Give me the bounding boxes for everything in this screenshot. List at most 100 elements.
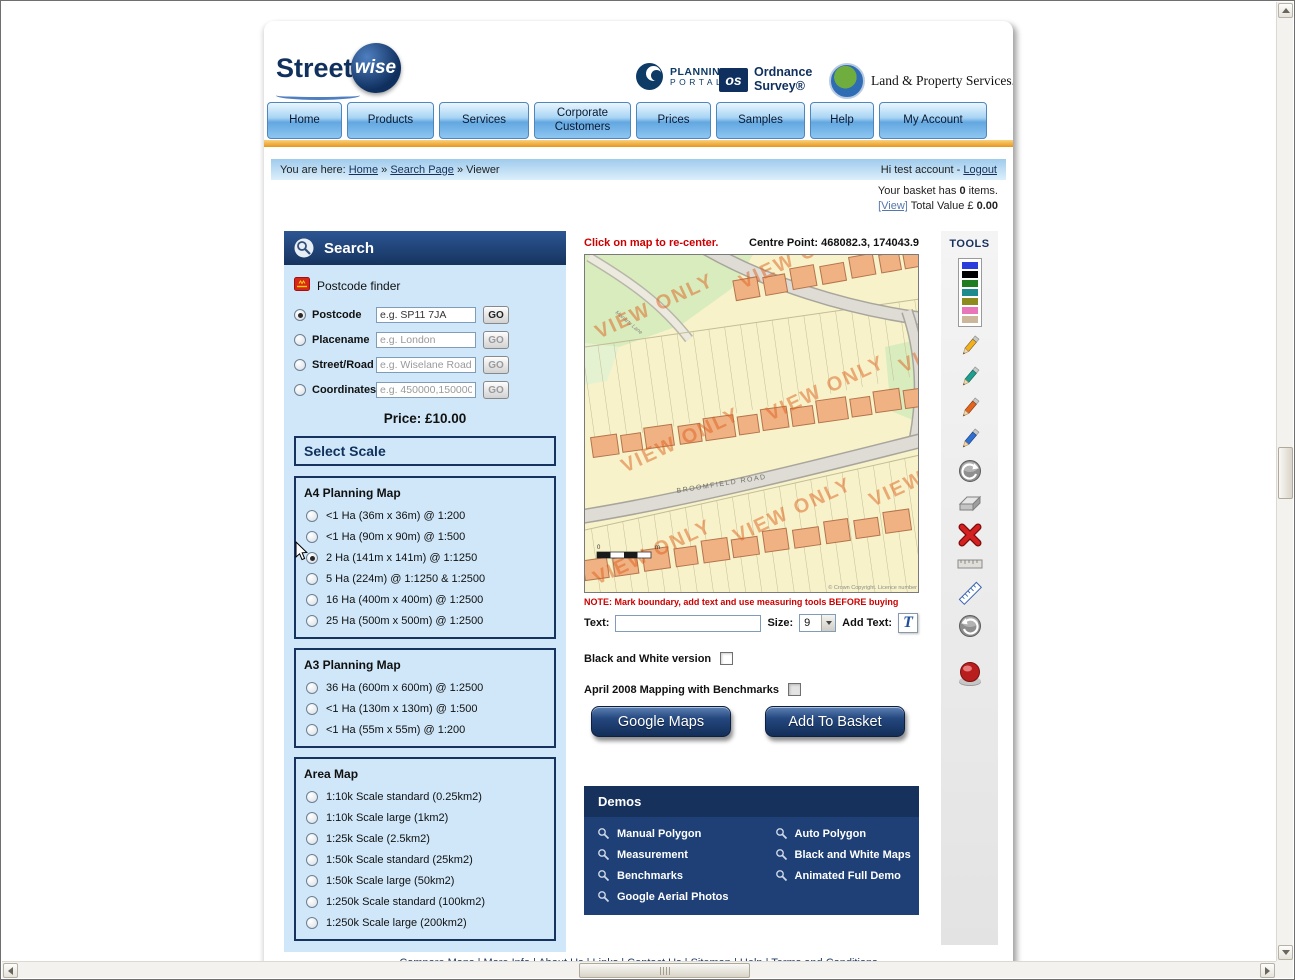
postcode-input[interactable] (376, 307, 476, 323)
radio-button[interactable] (306, 573, 318, 585)
scale-option[interactable]: 36 Ha (600m x 600m) @ 1:2500 (306, 682, 548, 694)
radio-button[interactable] (306, 896, 318, 908)
nav-item[interactable]: My Account (879, 102, 987, 139)
breadcrumb-search-page-link[interactable]: Search Page (390, 164, 454, 176)
go-button-placename[interactable]: GO (483, 331, 509, 349)
map-text-input[interactable] (615, 615, 761, 632)
nav-item[interactable]: Help (810, 102, 874, 139)
color-swatch[interactable] (962, 271, 978, 278)
coordinates-input[interactable] (376, 382, 476, 398)
street-input[interactable] (376, 357, 476, 373)
pencil-teal-icon[interactable] (958, 365, 982, 389)
go-button-street[interactable]: GO (483, 356, 509, 374)
map-image[interactable]: BROOMFIELD ROAD Monarty Lane VIEW ONLY V… (584, 254, 919, 593)
scale-option[interactable]: <1 Ha (130m x 130m) @ 1:500 (306, 703, 548, 715)
google-maps-button[interactable]: Google Maps (591, 706, 731, 737)
planning-portal-logo[interactable]: PLANNING PORTAL (636, 63, 729, 90)
radio-button[interactable] (306, 875, 318, 887)
pencil-orange-icon[interactable] (958, 396, 982, 420)
pencil-yellow-icon[interactable] (958, 334, 982, 358)
scale-option[interactable]: 1:25k Scale (2.5km2) (306, 833, 548, 845)
radio-postcode[interactable] (294, 309, 306, 321)
radio-button[interactable] (306, 703, 318, 715)
demo-link[interactable]: Measurement (584, 844, 762, 865)
radio-button[interactable] (306, 594, 318, 606)
scale-option[interactable]: 1:10k Scale standard (0.25km2) (306, 791, 548, 803)
radio-button[interactable] (306, 615, 318, 627)
scale-option[interactable]: <1 Ha (36m x 36m) @ 1:200 (306, 510, 548, 522)
scroll-down-button[interactable] (1278, 945, 1293, 960)
land-property-logo[interactable]: Land & Property Services. (829, 63, 1013, 99)
radio-button[interactable] (306, 833, 318, 845)
demo-link[interactable]: Google Aerial Photos (584, 886, 762, 907)
bw-checkbox[interactable] (720, 652, 733, 665)
horizontal-scroll-thumb[interactable] (579, 963, 750, 978)
demo-link[interactable]: Animated Full Demo (762, 865, 919, 886)
measure-icon[interactable] (957, 580, 983, 606)
demo-link[interactable]: Manual Polygon (584, 823, 762, 844)
radio-button[interactable] (306, 854, 318, 866)
size-select[interactable]: 9 (799, 614, 836, 632)
scale-option[interactable]: 1:250k Scale large (200km2) (306, 917, 548, 929)
vertical-scrollbar[interactable] (1276, 2, 1293, 961)
add-to-basket-button[interactable]: Add To Basket (765, 706, 905, 737)
radio-button[interactable] (306, 682, 318, 694)
radio-coordinates[interactable] (294, 384, 306, 396)
delete-icon[interactable] (957, 522, 983, 548)
radio-button[interactable] (306, 791, 318, 803)
go-button-coordinates[interactable]: GO (483, 381, 509, 399)
nav-item[interactable]: Home (267, 102, 342, 139)
demo-link[interactable]: Benchmarks (584, 865, 762, 886)
scale-option[interactable]: 25 Ha (500m x 500m) @ 1:2500 (306, 615, 548, 627)
radio-button[interactable] (306, 917, 318, 929)
scale-option[interactable]: <1 Ha (55m x 55m) @ 1:200 (306, 724, 548, 736)
radio-button[interactable] (306, 510, 318, 522)
color-swatch[interactable] (962, 280, 978, 287)
nav-item[interactable]: Samples (716, 102, 805, 139)
scale-option[interactable]: 16 Ha (400m x 400m) @ 1:2500 (306, 594, 548, 606)
color-swatch[interactable] (962, 298, 978, 305)
scale-option[interactable]: <1 Ha (90m x 90m) @ 1:500 (306, 531, 548, 543)
eraser-icon[interactable] (957, 491, 983, 515)
scale-option[interactable]: 1:50k Scale standard (25km2) (306, 854, 548, 866)
nav-item[interactable]: Services (439, 102, 529, 139)
scale-option[interactable]: 5 Ha (224m) @ 1:1250 & 1:2500 (306, 573, 548, 585)
radio-placename[interactable] (294, 334, 306, 346)
nav-item[interactable]: Products (347, 102, 434, 139)
pencil-blue-icon[interactable] (958, 427, 982, 451)
scale-option[interactable]: 2 Ha (141m x 141m) @ 1:1250 (306, 552, 548, 564)
go-button-postcode[interactable]: GO (483, 306, 509, 324)
nav-item[interactable]: Prices (636, 102, 711, 139)
color-palette[interactable] (958, 258, 982, 327)
add-text-button[interactable]: T (898, 613, 918, 633)
scroll-left-button[interactable] (3, 963, 18, 978)
ruler-icon[interactable] (957, 555, 983, 573)
demo-link[interactable]: Auto Polygon (762, 823, 919, 844)
basket-view-link[interactable]: [View] (878, 200, 908, 212)
reset-button-icon[interactable] (956, 661, 984, 687)
postcode-finder-link[interactable]: Postcode finder (294, 277, 556, 294)
color-swatch[interactable] (962, 262, 978, 269)
breadcrumb-home-link[interactable]: Home (349, 164, 378, 176)
placename-input[interactable] (376, 332, 476, 348)
vertical-scroll-thumb[interactable] (1278, 447, 1293, 499)
color-swatch[interactable] (962, 316, 978, 323)
streetwise-logo[interactable]: Street wise (276, 43, 401, 93)
color-swatch[interactable] (962, 289, 978, 296)
ordnance-survey-logo[interactable]: os Ordnance Survey® (719, 66, 812, 93)
redo-icon[interactable] (957, 613, 983, 639)
color-swatch[interactable] (962, 307, 978, 314)
nav-item[interactable]: Corporate Customers (534, 102, 631, 139)
undo-icon[interactable] (957, 458, 983, 484)
scroll-up-button[interactable] (1278, 3, 1293, 18)
scroll-right-button[interactable] (1260, 963, 1275, 978)
radio-button[interactable] (306, 724, 318, 736)
scale-option[interactable]: 1:10k Scale large (1km2) (306, 812, 548, 824)
radio-button[interactable] (306, 812, 318, 824)
scale-option[interactable]: 1:50k Scale large (50km2) (306, 875, 548, 887)
radio-street[interactable] (294, 359, 306, 371)
scale-option[interactable]: 1:250k Scale standard (100km2) (306, 896, 548, 908)
benchmarks-checkbox[interactable] (788, 683, 801, 696)
logout-link[interactable]: Logout (963, 164, 997, 176)
horizontal-scrollbar[interactable] (2, 961, 1276, 978)
